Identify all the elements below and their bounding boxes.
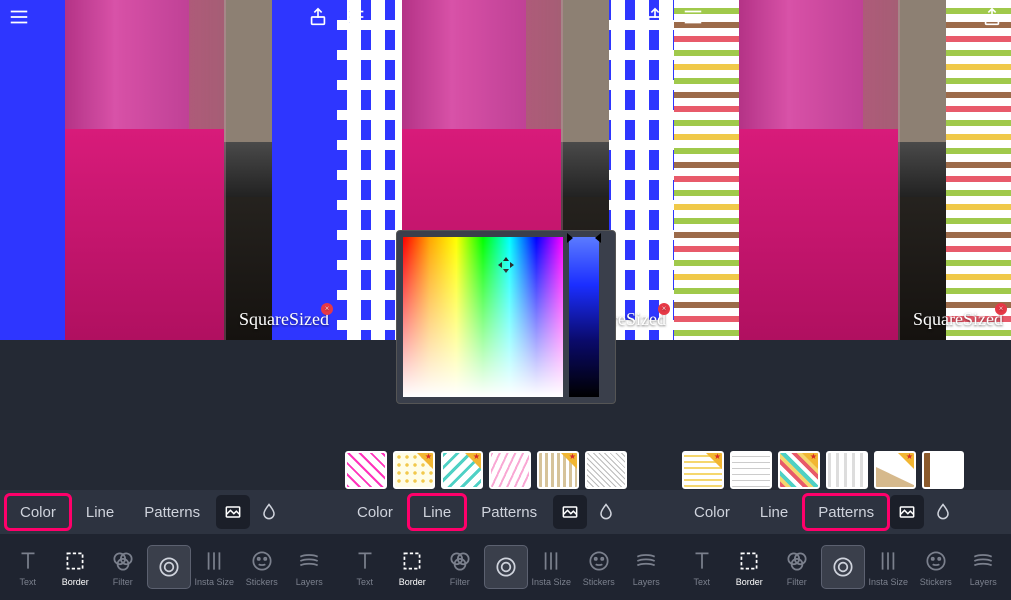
pattern-thumb[interactable]: ★ xyxy=(537,451,579,489)
photo[interactable] xyxy=(65,0,272,340)
screen-3: SquareSized× ★ ★ ★ xyxy=(674,0,1011,600)
image-library-icon[interactable] xyxy=(890,495,924,529)
preview-area: SquareSized× xyxy=(0,0,337,340)
tab-color[interactable]: Color xyxy=(6,495,70,529)
tool-insta-size[interactable]: Insta Size xyxy=(865,548,913,587)
share-icon[interactable] xyxy=(644,6,666,28)
pattern-thumb[interactable]: ★ xyxy=(874,451,916,489)
pattern-strip[interactable]: ★ ★ ★ xyxy=(674,450,1011,490)
app-root: SquareSized× Color Line Patterns Text xyxy=(0,0,1011,600)
tool-border[interactable]: Border xyxy=(726,548,774,587)
tool-stickers[interactable]: Stickers xyxy=(575,548,623,587)
mid-gap xyxy=(0,340,337,490)
spectrum-marker[interactable] xyxy=(498,257,514,273)
pattern-thumb[interactable] xyxy=(345,451,387,489)
watermark[interactable]: SquareSized× xyxy=(913,309,1003,330)
canvas[interactable]: SquareSized× xyxy=(674,0,1011,340)
pattern-thumb[interactable]: ★ xyxy=(778,451,820,489)
mid-gap: ★ ★ ★ xyxy=(674,340,1011,490)
blur-drop-icon[interactable] xyxy=(252,495,286,529)
bottom-toolbar: Text Border Filter Insta Size Stickers L… xyxy=(0,534,337,600)
tool-insta-size[interactable]: Insta Size xyxy=(191,548,239,587)
tool-shape[interactable] xyxy=(484,545,528,589)
blur-drop-icon[interactable] xyxy=(589,495,623,529)
tab-line[interactable]: Line xyxy=(746,495,802,529)
menu-icon[interactable] xyxy=(682,6,704,28)
share-icon[interactable] xyxy=(307,6,329,28)
color-picker[interactable] xyxy=(396,230,616,404)
border-mode-tabs: Color Line Patterns xyxy=(337,490,674,534)
image-library-icon[interactable] xyxy=(216,495,250,529)
tool-stickers[interactable]: Stickers xyxy=(238,548,286,587)
photo[interactable] xyxy=(739,0,946,340)
border-mode-tabs: Color Line Patterns xyxy=(0,490,337,534)
tool-border[interactable]: Border xyxy=(52,548,100,587)
tab-patterns[interactable]: Patterns xyxy=(804,495,888,529)
tool-filter[interactable]: Filter xyxy=(99,548,147,587)
tool-filter[interactable]: Filter xyxy=(436,548,484,587)
hue-slider[interactable] xyxy=(569,237,599,397)
pattern-thumb[interactable] xyxy=(922,451,964,489)
pattern-thumb[interactable]: ★ xyxy=(393,451,435,489)
tab-patterns[interactable]: Patterns xyxy=(130,495,214,529)
tool-layers[interactable]: Layers xyxy=(286,548,334,587)
tool-shape[interactable] xyxy=(821,545,865,589)
tool-insta-size[interactable]: Insta Size xyxy=(528,548,576,587)
watermark[interactable]: SquareSized× xyxy=(239,309,329,330)
screen-1: SquareSized× Color Line Patterns Text xyxy=(0,0,337,600)
bottom-toolbar: Text Border Filter Insta Size Stickers L… xyxy=(674,534,1011,600)
pattern-thumb[interactable]: ★ xyxy=(441,451,483,489)
tool-border[interactable]: Border xyxy=(389,548,437,587)
tool-layers[interactable]: Layers xyxy=(960,548,1008,587)
menu-icon[interactable] xyxy=(8,6,30,28)
pattern-thumb[interactable]: ★ xyxy=(682,451,724,489)
tool-stickers[interactable]: Stickers xyxy=(912,548,960,587)
color-spectrum[interactable] xyxy=(403,237,563,397)
pattern-thumb[interactable] xyxy=(730,451,772,489)
close-watermark-icon[interactable]: × xyxy=(658,303,670,315)
blur-drop-icon[interactable] xyxy=(926,495,960,529)
pattern-strip[interactable]: ★ ★ ★ xyxy=(337,450,674,490)
list-icon[interactable] xyxy=(345,6,367,28)
tab-line[interactable]: Line xyxy=(72,495,128,529)
border-mode-tabs: Color Line Patterns xyxy=(674,490,1011,534)
close-watermark-icon[interactable]: × xyxy=(995,303,1007,315)
tool-layers[interactable]: Layers xyxy=(623,548,671,587)
tab-line[interactable]: Line xyxy=(409,495,465,529)
tab-color[interactable]: Color xyxy=(343,495,407,529)
canvas[interactable]: SquareSized× xyxy=(0,0,337,340)
tool-shape[interactable] xyxy=(147,545,191,589)
pattern-thumb[interactable] xyxy=(826,451,868,489)
image-library-icon[interactable] xyxy=(553,495,587,529)
pattern-thumb[interactable] xyxy=(489,451,531,489)
tool-text[interactable]: Text xyxy=(4,548,52,587)
tool-text[interactable]: Text xyxy=(341,548,389,587)
pattern-thumb[interactable] xyxy=(585,451,627,489)
screen-2: SquareSized× xyxy=(337,0,674,600)
tool-text[interactable]: Text xyxy=(678,548,726,587)
tab-patterns[interactable]: Patterns xyxy=(467,495,551,529)
bottom-toolbar: Text Border Filter Insta Size Stickers L… xyxy=(337,534,674,600)
share-icon[interactable] xyxy=(981,6,1003,28)
preview-area: SquareSized× xyxy=(674,0,1011,340)
tab-color[interactable]: Color xyxy=(680,495,744,529)
close-watermark-icon[interactable]: × xyxy=(321,303,333,315)
tool-filter[interactable]: Filter xyxy=(773,548,821,587)
